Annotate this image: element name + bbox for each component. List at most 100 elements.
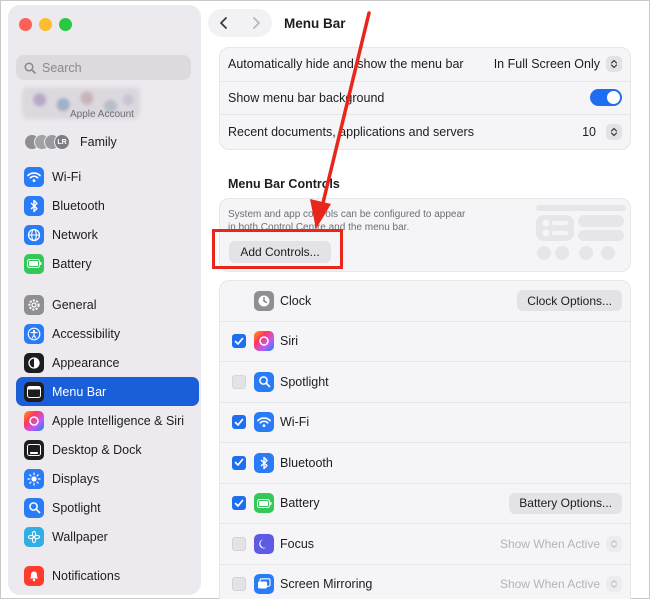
sidebar-system-group: General Accessibility Appearance Menu Ba… — [16, 290, 199, 551]
sidebar-item-label: Bluetooth — [52, 198, 105, 213]
control-label: Wi-Fi — [280, 415, 310, 430]
spotlight-checkbox[interactable] — [232, 374, 246, 389]
wifi-icon — [254, 412, 274, 433]
gear-icon — [24, 294, 44, 315]
menu-bar-controls-heading: Menu Bar Controls — [228, 177, 340, 191]
menu-bar-icon — [24, 381, 44, 402]
sidebar-item-menu-bar[interactable]: Menu Bar — [16, 377, 199, 406]
sidebar-item-battery[interactable]: Battery — [16, 249, 199, 278]
sidebar-item-label: Spotlight — [52, 500, 101, 515]
control-label: Screen Mirroring — [280, 577, 373, 592]
auto-hide-row: Automatically hide and show the menu bar… — [220, 48, 630, 82]
magnifier-icon — [254, 371, 274, 392]
control-row-battery: Battery Battery Options... — [220, 484, 630, 524]
sidebar-item-displays[interactable]: Displays — [16, 464, 199, 493]
updown-chevron-icon — [606, 535, 622, 552]
control-label: Clock — [280, 293, 312, 308]
control-centre-illustration — [536, 205, 626, 260]
control-row-wifi: Wi-Fi — [220, 403, 630, 443]
dock-icon — [24, 439, 44, 460]
auto-hide-popup[interactable]: In Full Screen Only — [493, 56, 622, 73]
sidebar-item-label: Wallpaper — [52, 529, 108, 544]
auto-hide-value: In Full Screen Only — [493, 57, 600, 72]
search-placeholder: Search — [42, 60, 82, 75]
menu-bar-controls-list: Clock Clock Options... Siri Spotlight Wi… — [219, 280, 631, 599]
battery-checkbox[interactable] — [232, 496, 246, 511]
battery-icon — [254, 493, 274, 514]
flower-icon — [24, 526, 44, 547]
sidebar-item-general[interactable]: General — [16, 290, 199, 319]
screen-mirroring-icon — [254, 574, 274, 595]
sidebar-item-network[interactable]: Network — [16, 220, 199, 249]
bluetooth-icon — [254, 452, 274, 473]
auto-hide-label: Automatically hide and show the menu bar — [228, 57, 464, 72]
sidebar-item-label: Displays — [52, 471, 100, 486]
sidebar-notifications-group: Notifications — [16, 561, 199, 590]
add-controls-highlight-box — [212, 229, 343, 269]
recent-items-value: 10 — [582, 124, 596, 139]
siri-checkbox[interactable] — [232, 334, 246, 349]
control-label: Focus — [280, 536, 315, 551]
sidebar-item-notifications[interactable]: Notifications — [16, 561, 199, 590]
sidebar-item-label: Notifications — [52, 568, 121, 583]
moon-icon — [254, 533, 274, 554]
siri-icon — [254, 331, 274, 352]
sidebar: Search Apple Account LR Family Wi-Fi Blu… — [8, 5, 201, 595]
screen-mirroring-visibility-popup[interactable]: Show When Active — [500, 576, 622, 593]
appearance-icon — [24, 352, 44, 373]
siri-icon — [24, 410, 44, 431]
battery-options-button[interactable]: Battery Options... — [509, 492, 622, 514]
wifi-icon — [24, 166, 44, 187]
zoom-window-button[interactable] — [59, 18, 72, 31]
bell-icon — [24, 565, 44, 586]
focus-visibility-popup[interactable]: Show When Active — [499, 535, 622, 552]
updown-chevron-icon — [606, 56, 622, 73]
back-button[interactable] — [218, 16, 230, 30]
sidebar-item-apple-intelligence-siri[interactable]: Apple Intelligence & Siri — [16, 406, 199, 435]
sidebar-item-label: Appearance — [52, 355, 120, 370]
family-avatar-initials: LR — [54, 134, 70, 150]
background-toggle[interactable] — [590, 89, 622, 107]
close-window-button[interactable] — [19, 18, 32, 31]
sidebar-item-label: Accessibility — [52, 326, 121, 341]
family-label: Family — [80, 135, 117, 149]
recent-items-label: Recent documents, applications and serve… — [228, 124, 474, 139]
bluetooth-icon — [24, 195, 44, 216]
forward-button[interactable] — [250, 16, 262, 30]
control-row-spotlight: Spotlight — [220, 362, 630, 403]
menu-bar-settings-group: Automatically hide and show the menu bar… — [219, 47, 631, 150]
sidebar-network-group: Wi-Fi Bluetooth Network Battery — [16, 162, 199, 278]
screen-mirroring-checkbox[interactable] — [232, 577, 246, 592]
updown-chevron-icon — [606, 123, 622, 140]
minimize-window-button[interactable] — [39, 18, 52, 31]
control-label: Battery — [280, 496, 320, 511]
sidebar-item-wallpaper[interactable]: Wallpaper — [16, 522, 199, 551]
checkbox-placeholder — [232, 294, 246, 308]
control-row-screen-mirroring: Screen Mirroring Show When Active — [220, 565, 630, 599]
control-label: Bluetooth — [280, 455, 333, 470]
background-row: Show menu bar background — [220, 82, 630, 115]
focus-visibility-value: Show When Active — [499, 536, 600, 551]
recent-items-popup[interactable]: 10 — [582, 123, 622, 140]
sidebar-item-label: Wi-Fi — [52, 169, 82, 184]
search-field[interactable]: Search — [16, 55, 191, 80]
sidebar-item-label: Battery — [52, 256, 92, 271]
bluetooth-checkbox[interactable] — [232, 455, 246, 470]
sidebar-item-accessibility[interactable]: Accessibility — [16, 319, 199, 348]
sidebar-item-bluetooth[interactable]: Bluetooth — [16, 191, 199, 220]
clock-icon — [254, 290, 274, 311]
battery-icon — [24, 253, 44, 274]
history-nav — [208, 9, 272, 37]
sidebar-item-appearance[interactable]: Appearance — [16, 348, 199, 377]
apple-account-item[interactable]: Apple Account — [22, 87, 192, 121]
clock-options-button[interactable]: Clock Options... — [517, 290, 622, 312]
focus-checkbox[interactable] — [232, 536, 246, 551]
sidebar-item-label: Desktop & Dock — [52, 442, 142, 457]
wifi-checkbox[interactable] — [232, 415, 246, 430]
sidebar-item-spotlight[interactable]: Spotlight — [16, 493, 199, 522]
control-row-focus: Focus Show When Active — [220, 524, 630, 565]
page-title: Menu Bar — [284, 15, 346, 31]
sidebar-item-desktop-dock[interactable]: Desktop & Dock — [16, 435, 199, 464]
sidebar-item-wifi[interactable]: Wi-Fi — [16, 162, 199, 191]
family-item[interactable]: LR Family — [24, 132, 117, 152]
